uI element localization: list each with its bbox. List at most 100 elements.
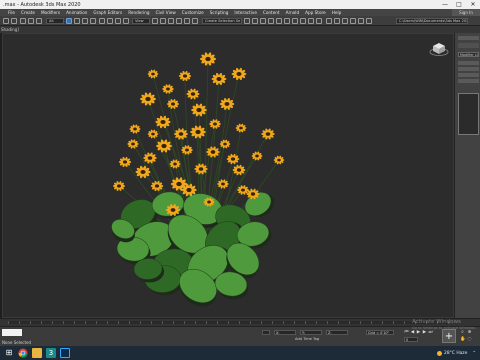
lock-selection-icon[interactable] [262, 330, 270, 335]
menu-file[interactable]: File [8, 10, 15, 15]
minimize-button[interactable]: — [438, 1, 452, 8]
mirror-icon[interactable] [244, 18, 250, 24]
link-icon[interactable] [20, 18, 26, 24]
menu-interactive[interactable]: Interactive [234, 10, 257, 15]
next-frame-icon[interactable]: ▶ [422, 330, 427, 335]
modifier-button-1[interactable] [458, 61, 479, 65]
flower-head [127, 139, 139, 149]
object-name-field[interactable] [458, 43, 479, 48]
z-coordinate-field[interactable]: Z: [326, 330, 348, 335]
project-folder-path[interactable]: C:\Users\WIN\Documents\3ds Max 2020 [396, 18, 468, 24]
selection-filter-dropdown[interactable]: All [46, 18, 64, 24]
viewport-label[interactable]: Shading] [1, 27, 19, 32]
rotate-icon[interactable] [107, 18, 113, 24]
scale-icon[interactable] [115, 18, 121, 24]
menu-create[interactable]: Create [21, 10, 35, 15]
photoshop-icon[interactable] [60, 348, 70, 358]
menu-content[interactable]: Content [263, 10, 280, 15]
new-key-plus-icon[interactable]: + [442, 329, 456, 343]
rendered-frame-window-icon[interactable] [308, 18, 314, 24]
track-bar[interactable] [8, 321, 449, 324]
reference-coordinate-dropdown[interactable]: View [132, 18, 150, 24]
add-time-tag-button[interactable]: Add Time Tag [295, 337, 319, 341]
modifier-button-2[interactable] [458, 67, 479, 71]
menu-app-store[interactable]: App Store [305, 10, 326, 15]
unlink-icon[interactable] [28, 18, 34, 24]
percent-snap-icon[interactable] [184, 18, 190, 24]
layer-explorer-icon[interactable] [260, 18, 266, 24]
viewcube-icon[interactable] [428, 37, 450, 59]
move-icon[interactable] [99, 18, 105, 24]
close-button[interactable]: ✕ [466, 1, 480, 8]
chrome-icon[interactable] [18, 348, 28, 358]
schematic-view-icon[interactable] [284, 18, 290, 24]
named-selection-set-dropdown[interactable]: Create Selection Se [202, 18, 242, 24]
modifier-stack[interactable] [458, 93, 479, 135]
render-in-cloud-icon[interactable] [342, 18, 348, 24]
y-coordinate-field[interactable]: Y: [300, 330, 322, 335]
align-icon[interactable] [252, 18, 258, 24]
menu-arnold[interactable]: Arnold [286, 10, 300, 15]
render-setup-icon[interactable] [300, 18, 306, 24]
snaps-toggle-icon[interactable] [168, 18, 174, 24]
select-object-icon[interactable] [66, 18, 72, 24]
perspective-viewport[interactable] [2, 33, 454, 318]
modifier-button-4[interactable] [458, 79, 479, 83]
modifier-list-dropdown[interactable]: Modifier List [458, 52, 479, 57]
render-iterative-icon[interactable] [326, 18, 332, 24]
curve-editor-icon[interactable] [276, 18, 282, 24]
select-by-name-icon[interactable] [74, 18, 80, 24]
timeline-tick [151, 321, 152, 324]
time-slider[interactable] [0, 318, 480, 326]
activate-windows-title: Activate Windows [412, 319, 461, 325]
timeline-tick [63, 321, 64, 324]
menu-customize[interactable]: Customize [182, 10, 204, 15]
menu-help[interactable]: Help [332, 10, 342, 15]
go-to-start-icon[interactable]: ⏮ [404, 330, 409, 335]
maxscript-listener[interactable] [2, 329, 22, 336]
pivot-center-icon[interactable] [152, 18, 158, 24]
folder-icon[interactable] [32, 348, 42, 358]
zoom-icon[interactable]: ⌕ [460, 330, 465, 335]
undo-icon[interactable] [3, 18, 9, 24]
select-manipulate-icon[interactable] [160, 18, 166, 24]
timeline-tick [173, 321, 174, 324]
material-editor-icon[interactable] [292, 18, 298, 24]
zoom-all-icon[interactable]: ⊕ [467, 330, 472, 335]
previous-frame-icon[interactable]: ◀ [410, 330, 415, 335]
orbit-icon[interactable]: ◌ [467, 337, 472, 342]
go-to-end-icon[interactable]: ⏭ [428, 330, 433, 335]
arnold-render-icon[interactable] [334, 18, 340, 24]
place-icon[interactable] [123, 18, 129, 24]
3dsmax-icon[interactable]: 3 [46, 348, 56, 358]
play-icon[interactable]: ▶ [416, 330, 421, 335]
tray-chevron-icon[interactable]: ⌃ [472, 351, 476, 356]
bind-space-warp-icon[interactable] [36, 18, 42, 24]
menu-civil-view[interactable]: Civil View [156, 10, 176, 15]
spinner-snap-icon[interactable] [192, 18, 198, 24]
modifier-button-3[interactable] [458, 73, 479, 77]
flower-head [186, 88, 200, 100]
menu-rendering[interactable]: Rendering [128, 10, 149, 15]
x-coordinate-field[interactable]: X: [274, 330, 296, 335]
a360-gallery-icon[interactable] [350, 18, 356, 24]
sign-in-button[interactable]: Sign In [452, 9, 480, 16]
open-file-icon[interactable] [366, 18, 372, 24]
windows-icon[interactable]: ⊞ [4, 348, 14, 358]
command-panel-tabs[interactable] [458, 36, 479, 40]
workspace-icon[interactable] [358, 18, 364, 24]
maximize-button[interactable]: □ [452, 1, 466, 8]
menu-graph-editors[interactable]: Graph Editors [93, 10, 122, 15]
render-production-icon[interactable] [316, 18, 322, 24]
window-crossing-icon[interactable] [90, 18, 96, 24]
flower-plant-model[interactable] [3, 34, 454, 318]
redo-icon[interactable] [11, 18, 17, 24]
menu-modifiers[interactable]: Modifiers [41, 10, 60, 15]
menu-animation[interactable]: Animation [66, 10, 87, 15]
current-frame-field[interactable]: 0 [404, 337, 418, 342]
angle-snap-icon[interactable] [176, 18, 182, 24]
pan-icon[interactable]: ✋ [460, 337, 466, 342]
rectangular-selection-icon[interactable] [82, 18, 88, 24]
scene-explorer-icon[interactable] [268, 18, 274, 24]
menu-scripting[interactable]: Scripting [210, 10, 229, 15]
